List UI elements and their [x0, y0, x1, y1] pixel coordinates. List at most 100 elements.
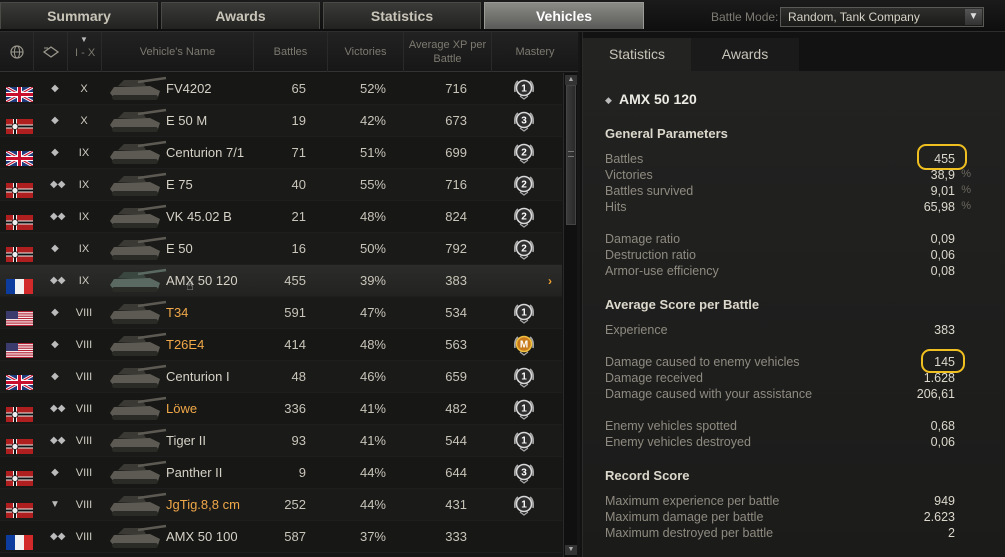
sort-by-battles-header[interactable]: Battles	[254, 32, 328, 72]
damage-highlight-circle	[921, 349, 965, 373]
table-row[interactable]: ◆◆ IX VK 45.02 B 21 48% 824 2	[0, 201, 562, 233]
vehicle-type-icon: ◆◆	[50, 275, 66, 286]
table-row[interactable]: ◆◆ VIII Tiger II 93 41% 544 1	[0, 425, 562, 457]
detail-tab-awards[interactable]: Awards	[691, 38, 799, 71]
tier-label: X	[80, 83, 88, 95]
table-row[interactable]: ◆ VIII T26E4 414 48% 563 M	[0, 329, 562, 361]
nation-flag-icon	[6, 530, 33, 550]
record-score-heading: Record Score	[605, 468, 690, 483]
mastery-badge-icon	[512, 526, 536, 548]
nation-flag-icon	[6, 274, 33, 294]
sort-by-type-header[interactable]	[34, 32, 68, 72]
top-tab-bar: Summary Awards Statistics Vehicles Battl…	[0, 0, 1005, 32]
table-scrollbar[interactable]: ▲ ▼	[563, 73, 577, 557]
tier-label: IX	[78, 275, 90, 287]
nation-flag-icon	[5, 146, 34, 168]
scroll-down-icon[interactable]: ▼	[565, 545, 577, 555]
detail-tab-statistics[interactable]: Statistics	[583, 38, 691, 71]
svg-text:1: 1	[521, 404, 527, 415]
sort-by-mastery-header[interactable]: Mastery	[492, 32, 578, 72]
table-row[interactable]: ◆ VIII Panther II 9 44% 644 3	[0, 457, 562, 489]
mastery-badge-icon	[512, 270, 536, 292]
scroll-up-icon[interactable]: ▲	[565, 75, 577, 85]
table-row[interactable]: ◆◆ VIII Löwe 336 41% 482 1	[0, 393, 562, 425]
stat-damage-received: Damage received 1.628	[605, 371, 955, 385]
tier-label: VIII	[75, 339, 93, 351]
vehicle-type-icon: ◆◆	[50, 211, 66, 222]
vehicle-name: Centurion I	[166, 369, 230, 384]
chevron-right-icon: ›	[548, 274, 552, 288]
mastery-badge-icon: 1	[512, 398, 536, 420]
table-row[interactable]: ◆◆ IX AMX 50 120 455 39% 383 › ☝	[0, 265, 562, 297]
mastery-badge-icon: M	[512, 334, 536, 356]
hand-cursor-icon: ☝	[186, 278, 194, 293]
table-row[interactable]: ◆ VIII Centurion I 48 46% 659 1	[0, 361, 562, 393]
nation-flag-icon	[5, 370, 34, 392]
stat-damage-ratio: Damage ratio 0,09	[605, 232, 955, 246]
vehicle-name: T34	[166, 305, 189, 320]
table-row[interactable]: ◆ X E 50 M 19 42% 673 3	[0, 105, 562, 137]
vehicle-name: VK 45.02 B	[166, 209, 232, 224]
table-row[interactable]: ▼ VIII JgTig.8,8 cm 252 44% 431 1	[0, 489, 562, 521]
victories-percent: 51%	[359, 145, 386, 160]
tier-label: VIII	[75, 403, 93, 415]
table-row[interactable]: ◆ X FV4202 65 52% 716 1	[0, 73, 562, 105]
tank-thumbnail	[104, 75, 168, 103]
stat-battles-survived: Battles survived 9,01%	[605, 184, 971, 198]
average-xp: 482	[445, 401, 467, 416]
tank-thumbnail	[104, 299, 168, 327]
average-xp: 824	[445, 209, 467, 224]
table-row[interactable]: ◆ VIII T34 591 47% 534 1	[0, 297, 562, 329]
sort-by-victories-header[interactable]: Victories	[328, 32, 404, 72]
tank-thumbnail	[104, 171, 168, 199]
svg-text:1: 1	[521, 84, 527, 95]
victories-percent: 41%	[359, 401, 386, 416]
sort-by-nation-header[interactable]	[0, 32, 34, 72]
victories-percent: 48%	[359, 209, 386, 224]
table-row[interactable]: ◆ IX E 50 16 50% 792 2	[0, 233, 562, 265]
battles-count: 336	[284, 401, 306, 416]
vehicle-type-icon: ◆	[51, 115, 59, 126]
average-xp: 659	[445, 369, 467, 384]
tank-thumbnail	[104, 491, 168, 519]
vehicle-name: AMX 50 120	[619, 91, 697, 107]
mastery-badge-icon: 1	[512, 430, 536, 452]
victories-percent: 39%	[359, 273, 386, 288]
tank-thumbnail	[104, 107, 168, 135]
table-row[interactable]: ◆◆ VIII AMX 50 100 587 37% 333	[0, 521, 562, 553]
vehicle-type-icon	[42, 46, 59, 58]
battle-mode-dropdown[interactable]: Random, Tank Company ▼	[780, 7, 984, 27]
sort-by-avg-xp-header[interactable]: Average XP per Battle	[404, 32, 492, 72]
tab-vehicles[interactable]: Vehicles	[484, 2, 644, 29]
tank-thumbnail	[104, 139, 168, 167]
vehicle-name: AMX 50 100	[166, 529, 238, 544]
tier-label: VIII	[75, 307, 93, 319]
sort-by-tier-header[interactable]: ▼ I - X	[68, 32, 102, 72]
nation-flag-icon	[6, 210, 33, 230]
tab-statistics[interactable]: Statistics	[323, 2, 481, 29]
svg-text:2: 2	[521, 244, 527, 255]
table-row[interactable]: ◆ IX Centurion 7/1 71 51% 699 2	[0, 137, 562, 169]
vehicle-type-icon: ◆◆	[50, 435, 66, 446]
vehicle-name: T26E4	[166, 337, 205, 352]
tier-label: VIII	[75, 467, 93, 479]
svg-text:2: 2	[521, 212, 527, 223]
chevron-down-icon[interactable]: ▼	[965, 9, 982, 25]
tab-summary[interactable]: Summary	[0, 2, 158, 29]
vehicle-name: Löwe	[166, 401, 198, 416]
tab-awards[interactable]: Awards	[161, 2, 320, 29]
tier-label: IX	[78, 179, 90, 191]
svg-text:3: 3	[521, 116, 527, 127]
battles-count: 414	[284, 337, 306, 352]
mastery-badge-icon: 2	[512, 206, 536, 228]
sort-by-name-header[interactable]: Vehicle's Name	[102, 32, 254, 72]
mastery-badge-icon: 2	[512, 174, 536, 196]
mastery-badge-icon: 1	[512, 494, 536, 516]
vehicle-name: Tiger II	[166, 433, 206, 448]
nation-flag-icon	[6, 466, 33, 486]
victories-percent: 44%	[359, 465, 386, 480]
scrollbar-thumb[interactable]	[566, 85, 576, 225]
battles-count: 93	[291, 433, 306, 448]
table-row[interactable]: ◆◆ IX E 75 40 55% 716 2	[0, 169, 562, 201]
tank-thumbnail	[104, 459, 168, 487]
